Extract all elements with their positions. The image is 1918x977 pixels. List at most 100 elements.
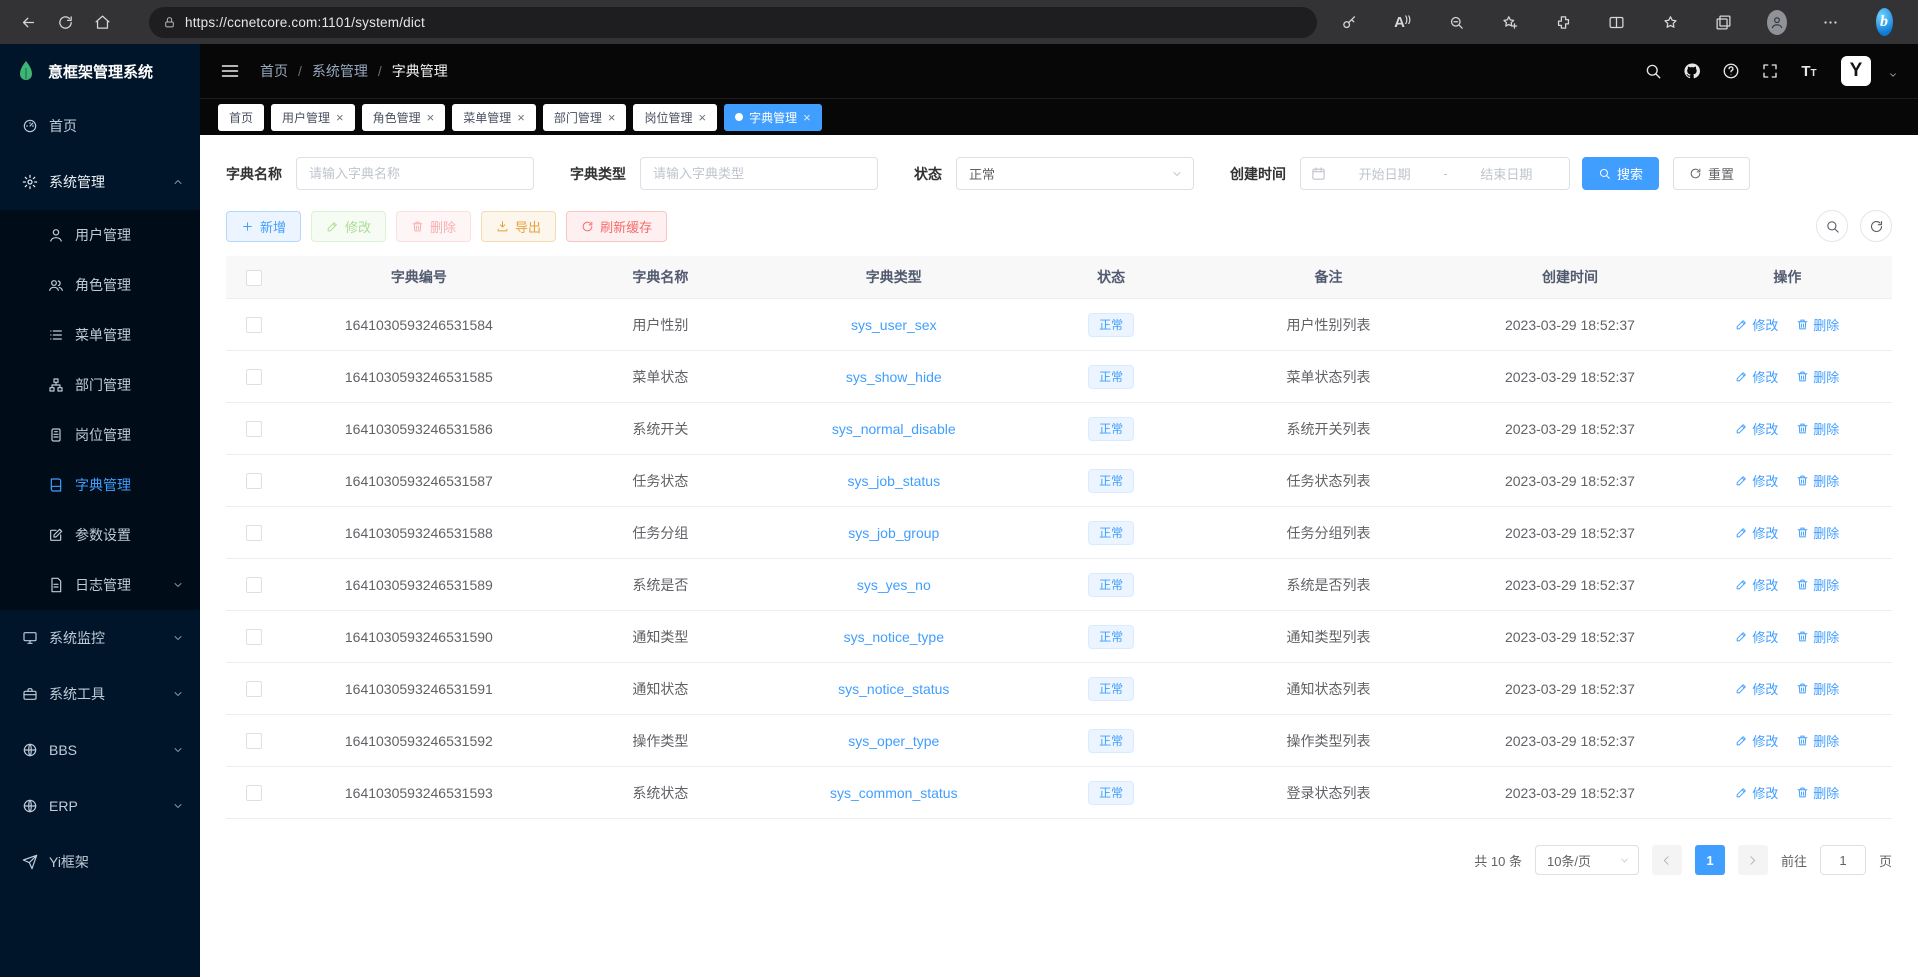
dict-type-input[interactable] — [640, 157, 878, 190]
tab-post-management[interactable]: 岗位管理 × — [633, 104, 717, 131]
app-logo[interactable]: 意框架管理系统 — [0, 44, 200, 98]
tab-user-management[interactable]: 用户管理 × — [271, 104, 355, 131]
dict-type-link[interactable]: sys_yes_no — [857, 577, 931, 593]
sidebar-item-dict-management[interactable]: 字典管理 — [0, 460, 200, 510]
dict-type-link[interactable]: sys_common_status — [830, 785, 958, 801]
browser-address-bar[interactable]: https://ccnetcore.com:1101/system/dict — [149, 7, 1317, 38]
tab-dept-management[interactable]: 部门管理 × — [543, 104, 627, 131]
tab-close-icon[interactable]: × — [803, 111, 811, 124]
row-edit-link[interactable]: 修改 — [1735, 471, 1778, 490]
row-delete-link[interactable]: 删除 — [1796, 575, 1839, 594]
sidebar-item-home[interactable]: 首页 — [0, 98, 200, 154]
tab-menu-management[interactable]: 菜单管理 × — [452, 104, 536, 131]
reset-button[interactable]: 重置 — [1673, 157, 1750, 190]
tab-role-management[interactable]: 角色管理 × — [362, 104, 446, 131]
bing-button[interactable]: b — [1868, 6, 1900, 38]
row-checkbox[interactable] — [246, 369, 262, 385]
refresh-cache-button[interactable]: 刷新缓存 — [566, 211, 667, 242]
page-size-select[interactable]: 10条/页 — [1535, 845, 1639, 875]
row-edit-link[interactable]: 修改 — [1735, 783, 1778, 802]
favorites-add-button[interactable] — [1494, 6, 1526, 38]
row-checkbox[interactable] — [246, 681, 262, 697]
more-options-button[interactable] — [1815, 6, 1847, 38]
start-date-placeholder[interactable]: 开始日期 — [1332, 164, 1437, 183]
fullscreen-button[interactable] — [1759, 60, 1781, 82]
breadcrumb-item[interactable]: 首页 — [260, 61, 288, 81]
zoom-out-button[interactable] — [1440, 6, 1472, 38]
refresh-table-button[interactable] — [1860, 210, 1892, 242]
user-avatar[interactable]: Y — [1841, 56, 1871, 86]
row-checkbox[interactable] — [246, 577, 262, 593]
sidebar-item-system-tools[interactable]: 系统工具 — [0, 666, 200, 722]
goto-page-input[interactable] — [1820, 845, 1866, 875]
dict-type-link[interactable]: sys_job_status — [847, 473, 940, 489]
read-aloud-button[interactable]: A)) — [1387, 6, 1419, 38]
row-edit-link[interactable]: 修改 — [1735, 419, 1778, 438]
sidebar-item-post-management[interactable]: 岗位管理 — [0, 410, 200, 460]
tab-close-icon[interactable]: × — [517, 111, 525, 124]
next-page-button[interactable] — [1738, 845, 1768, 875]
row-checkbox[interactable] — [246, 473, 262, 489]
row-delete-link[interactable]: 删除 — [1796, 523, 1839, 542]
key-button[interactable] — [1333, 6, 1365, 38]
row-delete-link[interactable]: 删除 — [1796, 783, 1839, 802]
breadcrumb-item[interactable]: 系统管理 — [312, 61, 368, 81]
sidebar-item-log-management[interactable]: 日志管理 — [0, 560, 200, 610]
toggle-search-button[interactable] — [1816, 210, 1848, 242]
row-edit-link[interactable]: 修改 — [1735, 627, 1778, 646]
row-checkbox[interactable] — [246, 421, 262, 437]
select-all-checkbox[interactable] — [246, 270, 262, 286]
sidebar-item-dept-management[interactable]: 部门管理 — [0, 360, 200, 410]
search-button[interactable]: 搜索 — [1582, 157, 1659, 190]
split-screen-button[interactable] — [1601, 6, 1633, 38]
sidebar-item-yi-framework[interactable]: Yi框架 — [0, 834, 200, 890]
tab-close-icon[interactable]: × — [608, 111, 616, 124]
github-button[interactable] — [1681, 60, 1703, 82]
row-delete-link[interactable]: 删除 — [1796, 367, 1839, 386]
prev-page-button[interactable] — [1652, 845, 1682, 875]
row-delete-link[interactable]: 删除 — [1796, 471, 1839, 490]
sidebar-item-bbs[interactable]: BBS — [0, 722, 200, 778]
row-delete-link[interactable]: 删除 — [1796, 627, 1839, 646]
tab-close-icon[interactable]: × — [698, 111, 706, 124]
row-checkbox[interactable] — [246, 317, 262, 333]
sidebar-item-menu-management[interactable]: 菜单管理 — [0, 310, 200, 360]
export-button[interactable]: 导出 — [481, 211, 556, 242]
help-button[interactable] — [1720, 60, 1742, 82]
dict-type-link[interactable]: sys_normal_disable — [832, 421, 956, 437]
row-edit-link[interactable]: 修改 — [1735, 575, 1778, 594]
hamburger-icon[interactable] — [220, 61, 240, 81]
sidebar-item-role-management[interactable]: 角色管理 — [0, 260, 200, 310]
end-date-placeholder[interactable]: 结束日期 — [1454, 164, 1559, 183]
add-button[interactable]: 新增 — [226, 211, 301, 242]
dict-name-input[interactable] — [296, 157, 534, 190]
browser-refresh-button[interactable] — [49, 6, 81, 38]
row-checkbox[interactable] — [246, 525, 262, 541]
tab-dict-management[interactable]: 字典管理 × — [724, 104, 822, 131]
sidebar-item-system-management[interactable]: 系统管理 — [0, 154, 200, 210]
collections-button[interactable] — [1708, 6, 1740, 38]
dict-type-link[interactable]: sys_notice_type — [844, 629, 944, 645]
dict-type-link[interactable]: sys_oper_type — [848, 733, 939, 749]
dict-type-link[interactable]: sys_user_sex — [851, 317, 937, 333]
row-edit-link[interactable]: 修改 — [1735, 679, 1778, 698]
browser-back-button[interactable] — [12, 6, 44, 38]
row-delete-link[interactable]: 删除 — [1796, 731, 1839, 750]
row-checkbox[interactable] — [246, 733, 262, 749]
tab-close-icon[interactable]: × — [427, 111, 435, 124]
browser-home-button[interactable] — [86, 6, 118, 38]
tab-home[interactable]: 首页 — [218, 104, 264, 131]
delete-button[interactable]: 删除 — [396, 211, 471, 242]
font-size-button[interactable]: TT — [1798, 60, 1820, 82]
dict-type-link[interactable]: sys_show_hide — [846, 369, 942, 385]
row-checkbox[interactable] — [246, 785, 262, 801]
dict-type-link[interactable]: sys_notice_status — [838, 681, 949, 697]
profile-button[interactable] — [1761, 6, 1793, 38]
search-button[interactable] — [1642, 60, 1664, 82]
status-select[interactable]: 正常 — [956, 157, 1194, 190]
sidebar-item-erp[interactable]: ERP — [0, 778, 200, 834]
row-edit-link[interactable]: 修改 — [1735, 731, 1778, 750]
row-checkbox[interactable] — [246, 629, 262, 645]
row-edit-link[interactable]: 修改 — [1735, 315, 1778, 334]
dict-type-link[interactable]: sys_job_group — [848, 525, 939, 541]
